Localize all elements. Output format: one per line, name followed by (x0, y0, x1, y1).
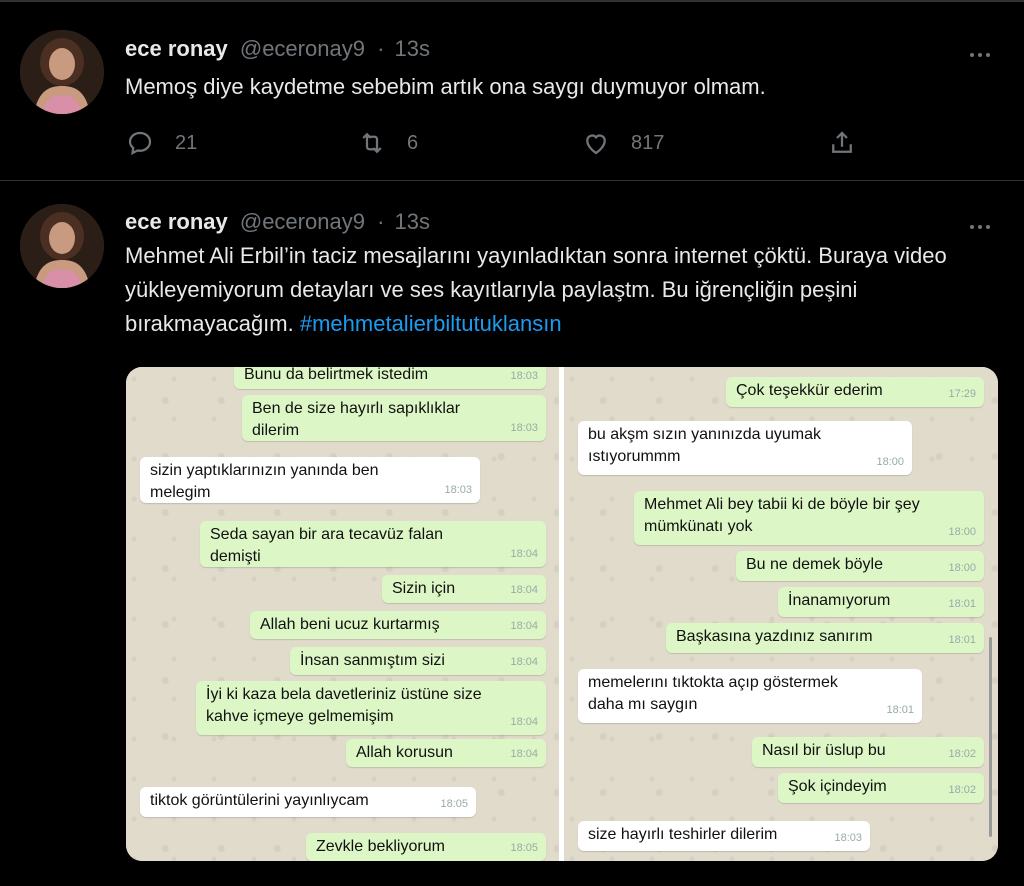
chat-message-time: 18:03 (510, 370, 538, 382)
avatar[interactable] (20, 30, 104, 114)
chat-message-time: 18:04 (510, 548, 538, 560)
chat-message-outgoing: Seda sayan bir ara tecavüz falan demişti… (200, 521, 546, 567)
chat-message-incoming: bu akşm sızın yanınızda uyumak ıstıyorum… (578, 421, 912, 475)
chat-message-text: Mehmet Ali bey tabii ki de böyle bir şey… (644, 496, 920, 535)
chat-message-text: İnsan sanmıştım sizi (300, 652, 445, 669)
chat-message-time: 18:04 (510, 716, 538, 728)
author-handle[interactable]: @eceronay9 (240, 36, 365, 61)
chat-message-outgoing: Allah korusun 18:04 (346, 739, 546, 767)
retweet-icon (362, 132, 382, 154)
chat-message-text: Şok içindeyim (788, 778, 887, 795)
chat-message-time: 17:29 (948, 388, 976, 400)
chat-message-outgoing: Bu ne demek böyle 18:00 (736, 551, 984, 581)
tweet-time[interactable]: 13s (395, 209, 430, 234)
chat-message-text: memelerını tıktokta açıp göstermek daha … (588, 674, 838, 713)
author-handle[interactable]: @eceronay9 (240, 209, 365, 234)
chat-message-time: 18:01 (948, 634, 976, 646)
tweet-text: Memoş diye kaydetme sebebim artık ona sa… (125, 74, 766, 99)
chat-message-text: Nasıl bir üslup bu (762, 742, 886, 759)
avatar[interactable] (20, 204, 104, 288)
chat-message-time: 18:00 (948, 526, 976, 538)
separator: · (377, 209, 385, 234)
chat-message-text: Zevkle bekliyorum (316, 838, 445, 855)
chat-message-outgoing: Allah beni ucuz kurtarmış 18:04 (250, 611, 546, 639)
chat-message-time: 18:04 (510, 748, 538, 760)
chat-message-outgoing: Nasıl bir üslup bu 18:02 (752, 737, 984, 767)
scrollbar (989, 637, 992, 837)
chat-message-text: Seda sayan bir ara tecavüz falan demişti (210, 526, 444, 565)
chat-message-incoming: memelerını tıktokta açıp göstermek daha … (578, 669, 922, 723)
chat-message-text: Allah beni ucuz kurtarmış (260, 616, 440, 633)
like-button[interactable]: 817 (581, 126, 664, 160)
share-button[interactable] (827, 126, 857, 160)
author-name[interactable]: ece ronay (125, 209, 228, 234)
chat-message-text: Bu ne demek böyle (746, 556, 883, 573)
chat-message-outgoing: İyi ki kaza bela davetleriniz üstüne siz… (196, 681, 546, 735)
hashtag-link[interactable]: #mehmetalierbiltutuklansın (300, 311, 562, 336)
chat-message-outgoing: İnsan sanmıştım sizi 18:04 (290, 647, 546, 675)
chat-message-text: sizin yaptıklarınızın yanında ben melegi… (150, 462, 379, 501)
chat-message-time: 18:03 (834, 832, 862, 844)
chat-message-outgoing: Başkasına yazdınız sanırım 18:01 (666, 623, 984, 653)
retweet-button[interactable]: 6 (357, 126, 418, 160)
chat-message-time: 18:01 (948, 598, 976, 610)
retweet-count: 6 (407, 131, 419, 154)
like-icon (586, 134, 606, 155)
chat-message-outgoing: Bunu da belirtmek istedim 18:03 (234, 367, 546, 389)
chat-message-text: size hayırlı teshirler dilerim (588, 826, 778, 843)
chat-message-time: 18:04 (510, 584, 538, 596)
chat-message-text: Çok teşekkür ederim (736, 382, 883, 399)
share-icon (832, 131, 852, 153)
chat-message-time: 18:04 (510, 620, 538, 632)
chat-message-outgoing: Mehmet Ali bey tabii ki de böyle bir şey… (634, 491, 984, 545)
chat-message-text: İnanamıyorum (788, 592, 891, 609)
chat-message-time: 18:04 (510, 656, 538, 668)
chat-message-incoming: size hayırlı teshirler dilerim 18:03 (578, 821, 870, 851)
chat-message-text: Bunu da belirtmek istedim (244, 367, 429, 383)
chat-message-time: 18:02 (948, 748, 976, 760)
tweet-actions: 21 6 817 (125, 126, 865, 160)
author-name[interactable]: ece ronay (125, 36, 228, 61)
like-count: 817 (631, 131, 665, 154)
chat-message-text: İyi ki kaza bela davetleriniz üstüne siz… (206, 686, 482, 725)
chat-message-time: 18:02 (948, 784, 976, 796)
reply-count: 21 (175, 131, 198, 154)
chat-message-outgoing: Çok teşekkür ederim 17:29 (726, 377, 984, 407)
chat-message-text: Sizin için (392, 580, 456, 597)
tweet-time[interactable]: 13s (395, 36, 430, 61)
tweet-text: Mehmet Ali Erbil’in taciz mesajlarını ya… (125, 239, 1005, 341)
chat-screenshot-left: Bunu da belirtmek istedim 18:03 Ben de siz… (126, 367, 559, 861)
chat-message-text: bu akşm sızın yanınızda uyumak ıstıyorum… (588, 426, 821, 465)
chat-message-outgoing: Şok içindeyim 18:02 (778, 773, 984, 803)
tweet[interactable]: ece ronay @eceronay9 · 13s Mehmet Ali Er… (0, 181, 1024, 886)
tweet-media-image[interactable]: Bunu da belirtmek istedim 18:03 Ben de siz… (126, 367, 998, 861)
chat-message-time: 18:05 (440, 798, 468, 810)
chat-message-time: 18:05 (510, 842, 538, 854)
tweet-header: ece ronay @eceronay9 · 13s (125, 36, 430, 62)
reply-button[interactable]: 21 (125, 126, 197, 160)
separator: · (377, 36, 385, 61)
chat-message-time: 18:00 (876, 456, 904, 468)
chat-message-outgoing: İnanamıyorum 18:01 (778, 587, 984, 617)
chat-message-time: 18:03 (510, 422, 538, 434)
chat-message-outgoing: Sizin için 18:04 (382, 575, 546, 603)
chat-message-incoming: tiktok görüntülerini yayınlıycam 18:05 (140, 787, 476, 817)
chat-message-time: 18:01 (886, 704, 914, 716)
chat-message-text: Ben de size hayırlı sapıklıklar dilerim (252, 400, 461, 439)
tweet[interactable]: ece ronay @eceronay9 · 13s Memoş diye ka… (0, 0, 1024, 181)
chat-message-outgoing: Zevkle bekliyorum 18:05 (306, 833, 546, 861)
tweet-header: ece ronay @eceronay9 · 13s (125, 209, 430, 235)
chat-screenshot-right: Çok teşekkür ederim 17:29 bu akşm sızın ya… (564, 367, 998, 861)
more-icon[interactable] (970, 44, 998, 57)
chat-message-incoming: sizin yaptıklarınızın yanında ben melegi… (140, 457, 480, 503)
chat-message-outgoing: Ben de size hayırlı sapıklıklar dilerim 1… (242, 395, 546, 441)
chat-message-text: Allah korusun (356, 744, 453, 761)
reply-icon (128, 131, 152, 155)
chat-message-time: 18:03 (444, 484, 472, 496)
chat-message-time: 18:00 (948, 562, 976, 574)
chat-message-text: Başkasına yazdınız sanırım (676, 628, 873, 645)
more-icon[interactable] (970, 216, 998, 229)
chat-message-text: tiktok görüntülerini yayınlıycam (150, 792, 369, 809)
